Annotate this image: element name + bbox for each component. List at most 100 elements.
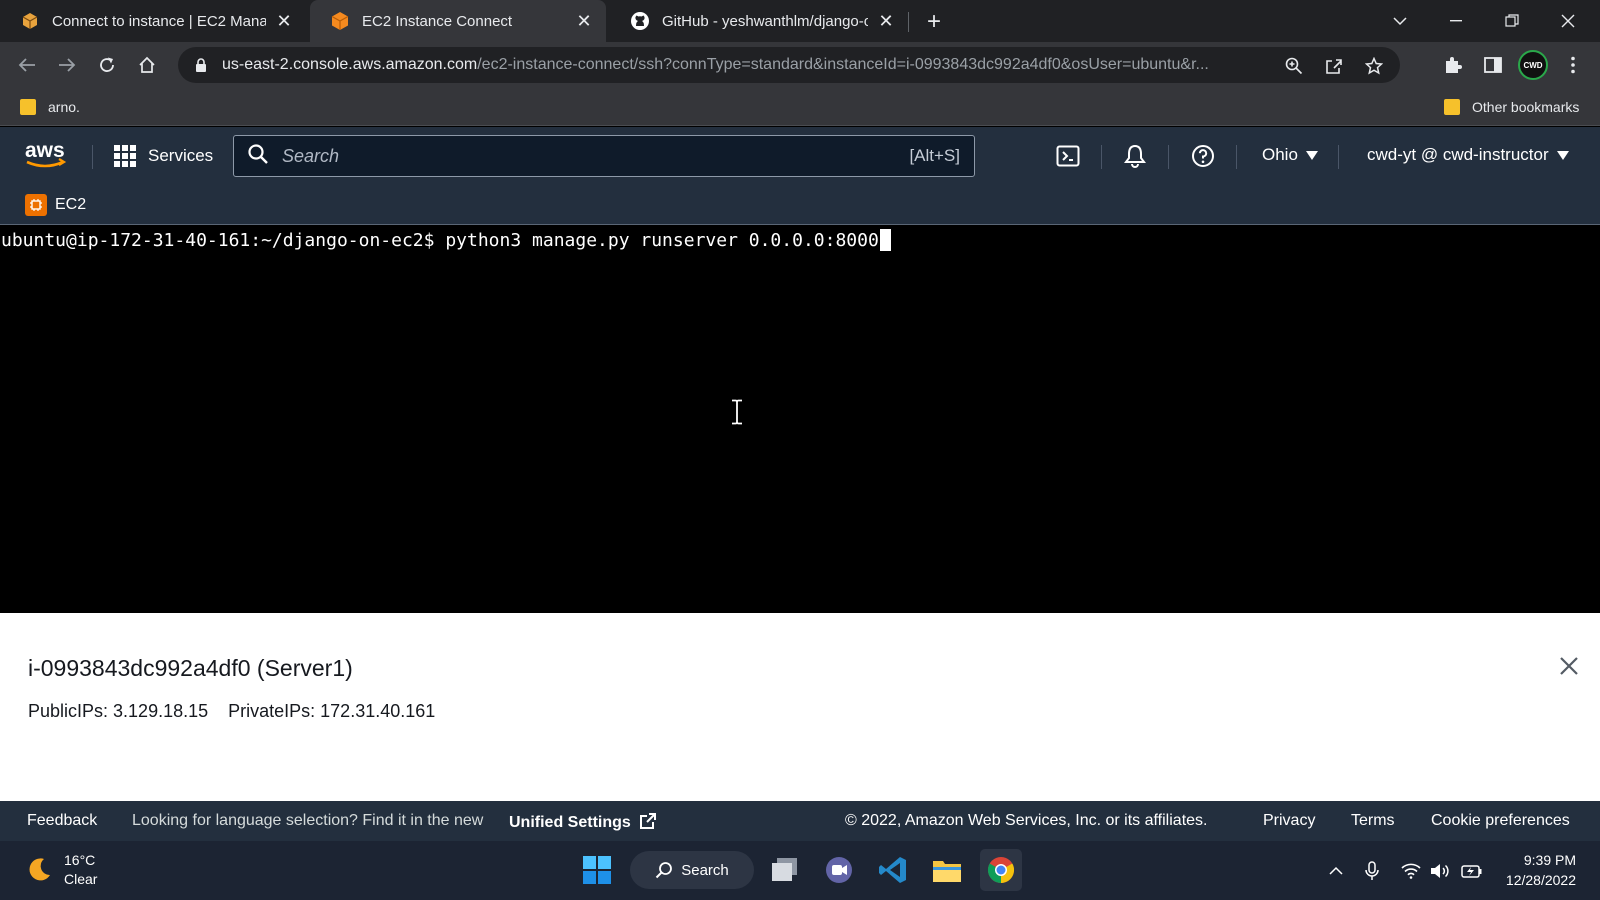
ec2-service-link[interactable]: EC2 xyxy=(55,196,86,214)
bell-icon[interactable] xyxy=(1121,142,1149,170)
header-divider xyxy=(92,145,93,169)
more-vertical-icon[interactable] xyxy=(1558,50,1588,80)
teams-chat-icon[interactable] xyxy=(818,849,860,891)
ec2-icon[interactable] xyxy=(25,194,47,216)
browser-tab-strip: Connect to instance | EC2 Manag ✕ EC2 In… xyxy=(0,0,1600,42)
terms-link[interactable]: Terms xyxy=(1351,812,1395,830)
bookmark-label: Other bookmarks xyxy=(1472,99,1580,115)
url-host: us-east-2.console.aws.amazon.com xyxy=(222,56,478,73)
text-cursor-ibeam-icon xyxy=(729,399,745,425)
unified-settings-label: Unified Settings xyxy=(509,814,631,831)
instance-ips: PublicIPs: 3.129.18.15 PrivateIPs: 172.3… xyxy=(28,701,435,722)
browser-toolbar: us-east-2.console.aws.amazon.com/ec2-ins… xyxy=(0,42,1600,88)
header-divider xyxy=(1101,145,1102,169)
vscode-icon[interactable] xyxy=(872,849,914,891)
reload-icon[interactable] xyxy=(92,50,122,80)
chrome-taskbar-icon[interactable] xyxy=(980,849,1022,891)
moon-icon xyxy=(29,858,50,881)
tab-title: EC2 Instance Connect xyxy=(362,12,513,30)
external-link-icon xyxy=(640,813,657,829)
weather-condition: Clear xyxy=(64,871,98,887)
new-tab-plus-icon[interactable]: + xyxy=(920,8,948,36)
terminal-command: python3 manage.py runserver 0.0.0.0:8000 xyxy=(434,229,879,251)
account-label: cwd-yt @ cwd-instructor xyxy=(1367,145,1549,164)
private-ips: PrivateIPs: 172.31.40.161 xyxy=(228,701,436,721)
microphone-icon[interactable] xyxy=(1360,859,1384,883)
tab-close-icon[interactable]: ✕ xyxy=(876,11,896,31)
restore-icon[interactable] xyxy=(1484,0,1540,42)
aws-search-input[interactable] xyxy=(282,145,882,167)
forward-arrow-icon[interactable] xyxy=(52,50,82,80)
aws-logo[interactable]: aws xyxy=(24,137,68,173)
privacy-link[interactable]: Privacy xyxy=(1263,812,1315,830)
url-text: us-east-2.console.aws.amazon.com/ec2-ins… xyxy=(222,56,1292,74)
terminal-cursor xyxy=(879,229,891,251)
cookie-preferences-link[interactable]: Cookie preferences xyxy=(1431,812,1570,830)
feedback-link[interactable]: Feedback xyxy=(27,812,97,830)
aws-footer: Feedback Looking for language selection?… xyxy=(0,801,1600,841)
taskbar-search-label: Search xyxy=(681,861,729,879)
tab-ec2-instance-connect[interactable]: EC2 Instance Connect ✕ xyxy=(310,0,606,42)
extensions-puzzle-icon[interactable] xyxy=(1438,50,1468,80)
bookmark-other[interactable]: Other bookmarks xyxy=(1444,96,1579,118)
tray-chevron-up-icon[interactable] xyxy=(1324,859,1348,883)
taskbar-search-button[interactable]: Search xyxy=(630,851,754,889)
address-bar[interactable]: us-east-2.console.aws.amazon.com/ec2-ins… xyxy=(178,47,1400,83)
tab-close-icon[interactable]: ✕ xyxy=(574,11,594,31)
aws-logo-text: aws xyxy=(25,139,65,162)
volume-icon[interactable] xyxy=(1428,859,1452,883)
tab-close-icon[interactable]: ✕ xyxy=(274,11,294,31)
share-icon[interactable] xyxy=(1320,52,1348,80)
search-shortcut-hint: [Alt+S] xyxy=(909,146,960,165)
services-menu-button[interactable]: Services xyxy=(114,141,213,171)
bookmark-arno[interactable]: arno. xyxy=(20,96,80,118)
unified-settings-link[interactable]: Unified Settings xyxy=(509,812,657,832)
account-menu[interactable]: cwd-yt @ cwd-instructor xyxy=(1367,145,1569,165)
caret-down-icon xyxy=(1305,150,1318,160)
header-divider xyxy=(1236,145,1237,169)
ssh-terminal[interactable]: ubuntu@ip-172-31-40-161:~/django-on-ec2$… xyxy=(0,225,1600,613)
region-selector[interactable]: Ohio xyxy=(1262,145,1318,165)
back-arrow-icon[interactable] xyxy=(12,50,42,80)
tab-github[interactable]: GitHub - yeshwanthlm/django-o ✕ xyxy=(610,0,908,42)
lock-icon[interactable] xyxy=(192,56,210,74)
weather-widget[interactable]: 16°C Clear xyxy=(24,851,97,889)
aws-orange-cube-icon xyxy=(330,11,350,31)
wifi-icon[interactable] xyxy=(1399,859,1423,883)
tab-search-chevron-icon[interactable] xyxy=(1372,0,1428,42)
profile-avatar[interactable]: CWD xyxy=(1518,50,1548,80)
weather-temp: 16°C xyxy=(64,852,96,868)
search-icon xyxy=(248,143,268,169)
language-note: Looking for language selection? Find it … xyxy=(132,812,484,829)
aws-search-box[interactable]: [Alt+S] xyxy=(233,135,975,177)
tab-separator xyxy=(908,12,909,32)
home-icon[interactable] xyxy=(132,50,162,80)
terminal-prompt: ubuntu@ip-172-31-40-161:~/django-on-ec2$ xyxy=(1,229,435,251)
battery-charging-icon[interactable] xyxy=(1460,859,1484,883)
side-panel-icon[interactable] xyxy=(1478,50,1508,80)
instance-info-panel: i-0993843dc992a4df0 (Server1) PublicIPs:… xyxy=(0,613,1600,801)
clock-time: 9:39 PM xyxy=(1523,852,1576,868)
tab-title: GitHub - yeshwanthlm/django-o xyxy=(662,12,868,30)
task-view-icon[interactable] xyxy=(764,849,806,891)
header-divider xyxy=(1168,145,1169,169)
minimize-icon[interactable] xyxy=(1428,0,1484,42)
window-close-icon[interactable] xyxy=(1540,0,1596,42)
terminal-line: ubuntu@ip-172-31-40-161:~/django-on-ec2$… xyxy=(1,229,891,251)
instance-name: i-0993843dc992a4df0 (Server1) xyxy=(28,655,353,681)
bookmarks-bar: arno. Other bookmarks xyxy=(0,88,1600,126)
panel-close-icon[interactable] xyxy=(1556,653,1582,679)
tab-connect-to-instance[interactable]: Connect to instance | EC2 Manag ✕ xyxy=(0,0,306,42)
zoom-icon[interactable] xyxy=(1280,52,1308,80)
help-icon[interactable] xyxy=(1189,142,1217,170)
bookmark-star-icon[interactable] xyxy=(1360,52,1388,80)
cloudshell-icon[interactable] xyxy=(1054,142,1082,170)
github-icon xyxy=(630,11,650,31)
windows-start-icon[interactable] xyxy=(576,849,618,891)
url-path: /ec2-instance-connect/ssh?connType=stand… xyxy=(477,56,1209,73)
bookmark-label: arno. xyxy=(48,99,80,115)
screen: Connect to instance | EC2 Manag ✕ EC2 In… xyxy=(0,0,1600,900)
folder-icon xyxy=(20,99,36,115)
file-explorer-icon[interactable] xyxy=(926,849,968,891)
taskbar-clock[interactable]: 9:39 PM 12/28/2022 xyxy=(1496,850,1576,890)
